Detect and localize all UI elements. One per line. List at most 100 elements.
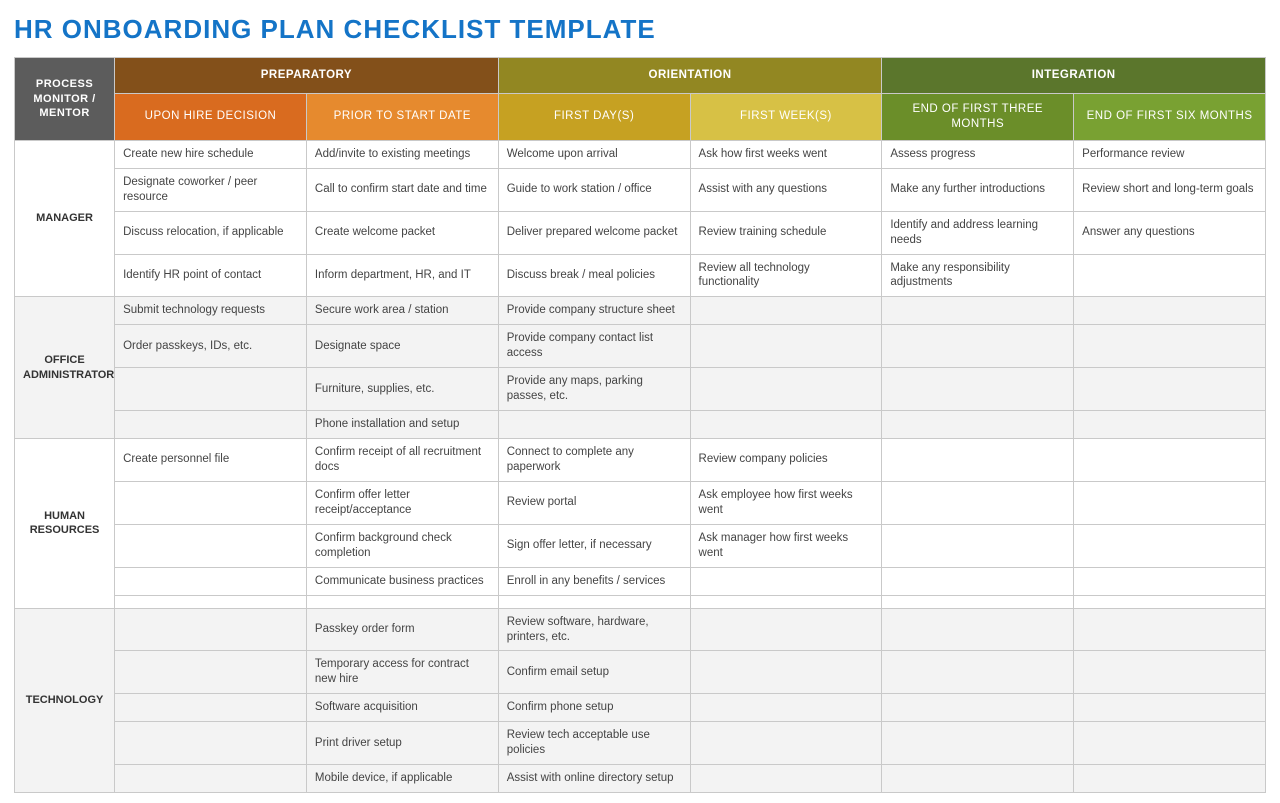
task-cell bbox=[498, 595, 690, 608]
section-office-admin: OFFICE ADMINISTRATOR Submit technology r… bbox=[15, 297, 1266, 439]
task-cell bbox=[882, 481, 1074, 524]
subheader-first-week: FIRST WEEK(S) bbox=[690, 93, 882, 140]
task-cell: Identify and address learning needs bbox=[882, 211, 1074, 254]
task-cell: Provide any maps, parking passes, etc. bbox=[498, 368, 690, 411]
task-cell bbox=[690, 651, 882, 694]
task-cell bbox=[115, 524, 307, 567]
subheader-first-day: FIRST DAY(S) bbox=[498, 93, 690, 140]
task-cell: Review tech acceptable use policies bbox=[498, 722, 690, 765]
task-cell bbox=[1074, 765, 1266, 793]
task-cell: Connect to complete any paperwork bbox=[498, 439, 690, 482]
task-cell: Passkey order form bbox=[306, 608, 498, 651]
task-cell bbox=[1074, 567, 1266, 595]
task-cell: Provide company structure sheet bbox=[498, 297, 690, 325]
task-cell bbox=[1074, 524, 1266, 567]
task-cell: Make any responsibility adjustments bbox=[882, 254, 1074, 297]
task-cell: Confirm receipt of all recruitment docs bbox=[306, 439, 498, 482]
task-cell bbox=[690, 608, 882, 651]
task-cell bbox=[1074, 325, 1266, 368]
task-cell bbox=[690, 722, 882, 765]
task-cell bbox=[1074, 595, 1266, 608]
phase-header-integration: INTEGRATION bbox=[882, 58, 1266, 94]
task-cell: Confirm phone setup bbox=[498, 694, 690, 722]
task-cell bbox=[1074, 694, 1266, 722]
task-cell: Communicate business practices bbox=[306, 567, 498, 595]
task-cell bbox=[690, 694, 882, 722]
task-cell bbox=[115, 567, 307, 595]
task-cell bbox=[882, 694, 1074, 722]
task-cell bbox=[115, 722, 307, 765]
task-cell bbox=[690, 411, 882, 439]
task-cell bbox=[690, 325, 882, 368]
task-cell: Review all technology functionality bbox=[690, 254, 882, 297]
task-cell: Add/invite to existing meetings bbox=[306, 140, 498, 168]
task-cell: Create personnel file bbox=[115, 439, 307, 482]
section-technology: TECHNOLOGY Passkey order form Review sof… bbox=[15, 608, 1266, 793]
task-cell bbox=[690, 567, 882, 595]
task-cell: Review training schedule bbox=[690, 211, 882, 254]
task-cell bbox=[882, 567, 1074, 595]
row-label-manager: MANAGER bbox=[15, 140, 115, 297]
task-cell: Designate space bbox=[306, 325, 498, 368]
task-cell bbox=[115, 765, 307, 793]
task-cell: Guide to work station / office bbox=[498, 168, 690, 211]
task-cell bbox=[1074, 368, 1266, 411]
task-cell: Welcome upon arrival bbox=[498, 140, 690, 168]
subheader-six-months: END OF FIRST SIX MONTHS bbox=[1074, 93, 1266, 140]
task-cell bbox=[306, 595, 498, 608]
task-cell bbox=[882, 722, 1074, 765]
task-cell: Ask manager how first weeks went bbox=[690, 524, 882, 567]
task-cell: Create welcome packet bbox=[306, 211, 498, 254]
task-cell bbox=[115, 368, 307, 411]
task-cell: Ask how first weeks went bbox=[690, 140, 882, 168]
phase-header-orientation: ORIENTATION bbox=[498, 58, 882, 94]
task-cell: Provide company contact list access bbox=[498, 325, 690, 368]
task-cell: Phone installation and setup bbox=[306, 411, 498, 439]
task-cell bbox=[690, 368, 882, 411]
task-cell bbox=[115, 608, 307, 651]
task-cell bbox=[115, 481, 307, 524]
task-cell: Order passkeys, IDs, etc. bbox=[115, 325, 307, 368]
task-cell bbox=[882, 297, 1074, 325]
task-cell bbox=[1074, 722, 1266, 765]
task-cell: Create new hire schedule bbox=[115, 140, 307, 168]
page-title: HR ONBOARDING PLAN CHECKLIST TEMPLATE bbox=[14, 14, 1266, 45]
task-cell: Discuss break / meal policies bbox=[498, 254, 690, 297]
task-cell: Answer any questions bbox=[1074, 211, 1266, 254]
phase-header-preparatory: PREPARATORY bbox=[115, 58, 499, 94]
task-cell: Submit technology requests bbox=[115, 297, 307, 325]
task-cell bbox=[882, 608, 1074, 651]
task-cell: Deliver prepared welcome packet bbox=[498, 211, 690, 254]
task-cell bbox=[690, 765, 882, 793]
task-cell: Enroll in any benefits / services bbox=[498, 567, 690, 595]
task-cell bbox=[1074, 481, 1266, 524]
task-cell: Ask employee how first weeks went bbox=[690, 481, 882, 524]
task-cell bbox=[882, 368, 1074, 411]
task-cell: Assist with any questions bbox=[690, 168, 882, 211]
task-cell: Discuss relocation, if applicable bbox=[115, 211, 307, 254]
task-cell bbox=[115, 651, 307, 694]
task-cell: Sign offer letter, if necessary bbox=[498, 524, 690, 567]
task-cell bbox=[115, 411, 307, 439]
task-cell bbox=[882, 524, 1074, 567]
subheader-prior-start: PRIOR TO START DATE bbox=[306, 93, 498, 140]
task-cell: Software acquisition bbox=[306, 694, 498, 722]
row-label-technology: TECHNOLOGY bbox=[15, 608, 115, 793]
task-cell: Confirm email setup bbox=[498, 651, 690, 694]
task-cell bbox=[1074, 254, 1266, 297]
task-cell bbox=[882, 595, 1074, 608]
task-cell bbox=[882, 411, 1074, 439]
subheader-three-months: END OF FIRST THREE MONTHS bbox=[882, 93, 1074, 140]
task-cell bbox=[1074, 439, 1266, 482]
task-cell: Assess progress bbox=[882, 140, 1074, 168]
task-cell: Secure work area / station bbox=[306, 297, 498, 325]
task-cell bbox=[690, 595, 882, 608]
task-cell bbox=[115, 595, 307, 608]
task-cell: Mobile device, if applicable bbox=[306, 765, 498, 793]
task-cell: Furniture, supplies, etc. bbox=[306, 368, 498, 411]
task-cell: Call to confirm start date and time bbox=[306, 168, 498, 211]
task-cell: Print driver setup bbox=[306, 722, 498, 765]
task-cell bbox=[1074, 651, 1266, 694]
task-cell bbox=[498, 411, 690, 439]
checklist-table-wrapper: PROCESS MONITOR / MENTOR PREPARATORY ORI… bbox=[14, 57, 1266, 793]
